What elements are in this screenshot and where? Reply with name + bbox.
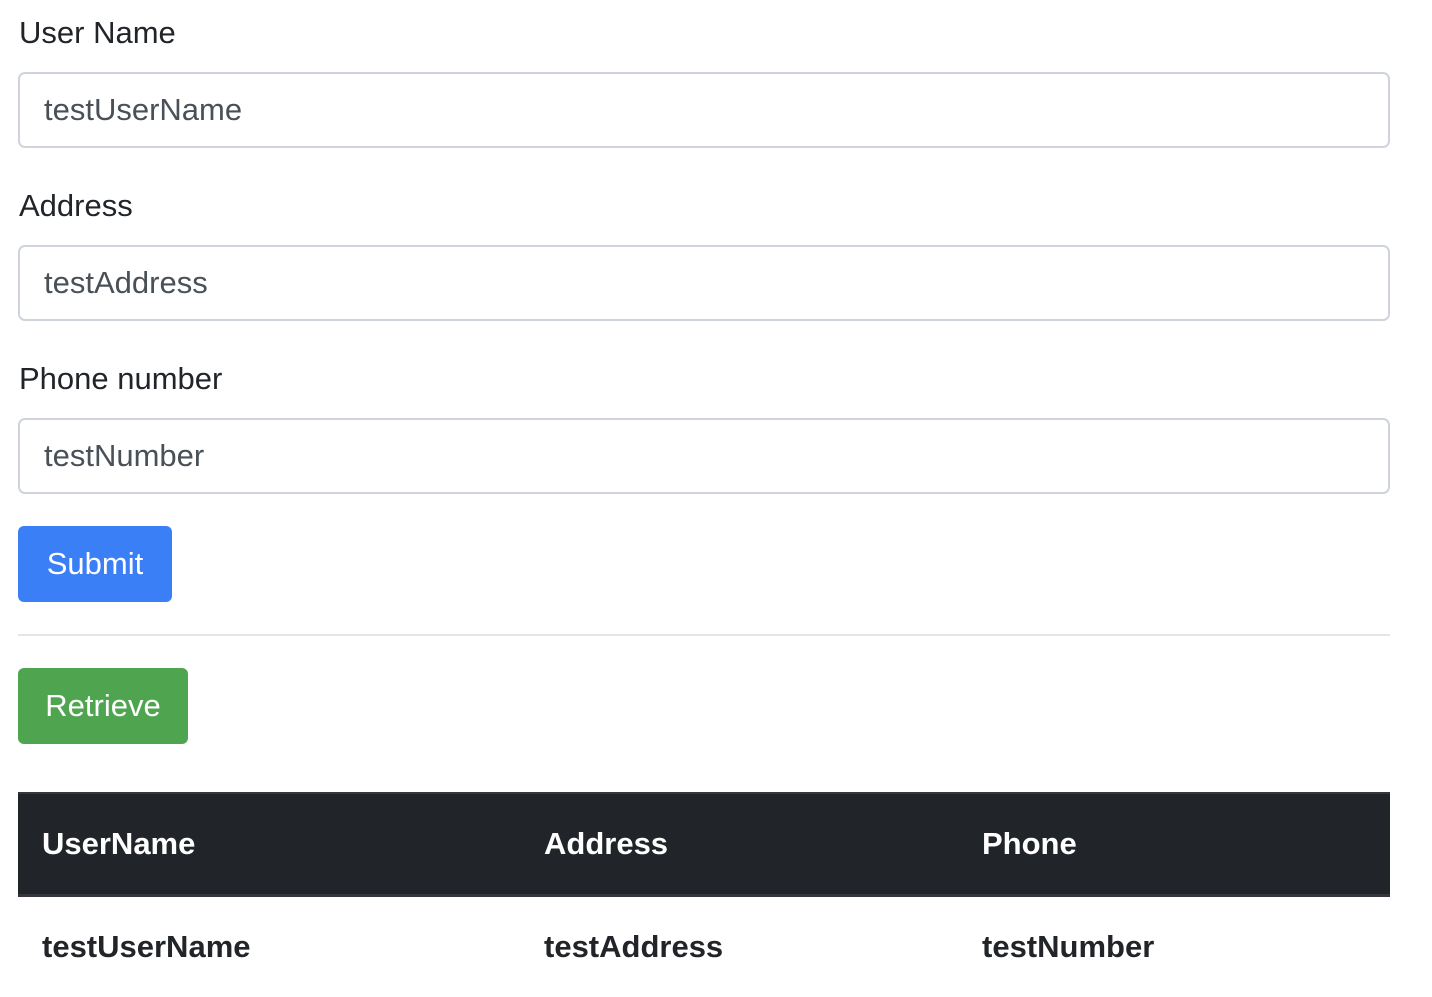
- column-header-username: UserName: [18, 793, 520, 896]
- main-container: User Name Address Phone number Submit Re…: [18, 0, 1390, 997]
- username-label: User Name: [19, 15, 1390, 51]
- user-form: User Name Address Phone number Submit: [18, 15, 1390, 602]
- table-header: UserName Address Phone: [18, 793, 1390, 896]
- submit-button[interactable]: Submit: [18, 526, 172, 602]
- address-label: Address: [19, 188, 1390, 224]
- column-header-phone: Phone: [958, 793, 1390, 896]
- username-group: User Name: [18, 15, 1390, 148]
- address-input[interactable]: [18, 245, 1390, 321]
- divider: [18, 634, 1390, 636]
- table-header-row: UserName Address Phone: [18, 793, 1390, 896]
- phone-label: Phone number: [19, 361, 1390, 397]
- phone-input[interactable]: [18, 418, 1390, 494]
- retrieve-button[interactable]: Retrieve: [18, 668, 188, 744]
- address-group: Address: [18, 188, 1390, 321]
- username-input[interactable]: [18, 72, 1390, 148]
- users-table: UserName Address Phone testUserName test…: [18, 792, 1390, 997]
- column-header-address: Address: [520, 793, 958, 896]
- phone-group: Phone number: [18, 361, 1390, 494]
